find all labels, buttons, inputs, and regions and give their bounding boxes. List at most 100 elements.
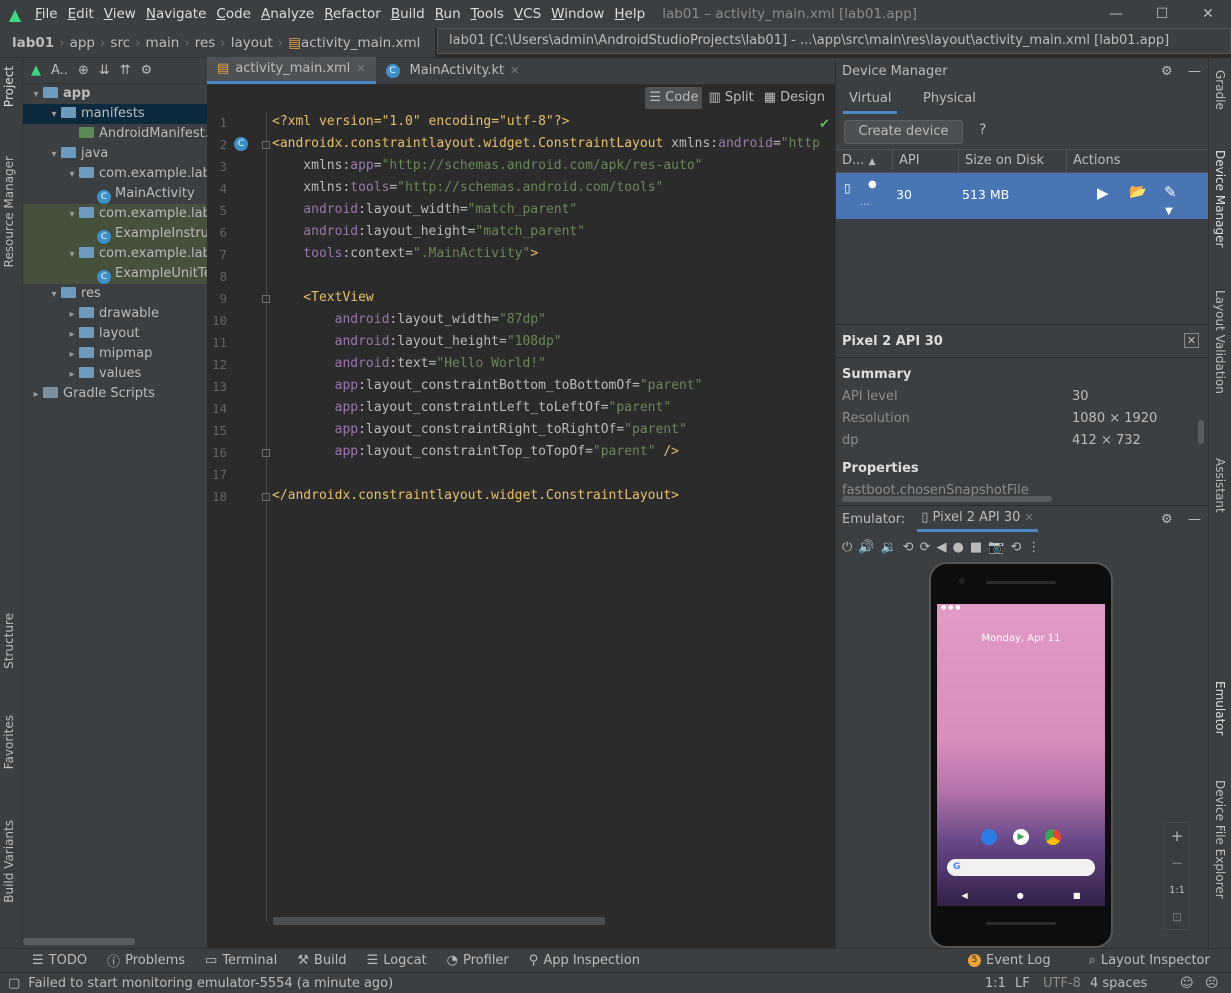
tree-item[interactable]: ▸ Gradle Scripts	[23, 384, 207, 404]
tab-emulator[interactable]: Emulator	[1213, 681, 1227, 736]
zoom-in-icon[interactable]: +	[1165, 823, 1189, 850]
menu-help[interactable]: Help	[609, 0, 650, 28]
tab-device-manager[interactable]: Device Manager	[1213, 150, 1227, 247]
close-window-icon[interactable]: ✕	[1185, 0, 1231, 28]
tree-item[interactable]: ▸ mipmap	[23, 344, 207, 364]
col-size[interactable]: Size on Disk	[959, 149, 1067, 173]
fold-marker-icon[interactable]	[262, 493, 270, 501]
hide-panel-icon[interactable]: —	[1188, 512, 1201, 527]
status-icon[interactable]: ▢	[8, 976, 20, 991]
tree-item[interactable]: ▸ values	[23, 364, 207, 384]
menu-edit[interactable]: Edit	[63, 0, 99, 28]
tree-item[interactable]: ▾ res	[23, 284, 207, 304]
chevron-down-icon[interactable]: ▾	[65, 205, 79, 224]
nav-home-icon[interactable]: ●	[1017, 891, 1024, 900]
tab-activity-main[interactable]: ▤ activity_main.xml ✕	[207, 57, 376, 84]
nav-back-icon[interactable]: ◀	[962, 891, 968, 900]
volume-down-icon[interactable]: 🔉	[880, 540, 896, 555]
feedback-icon[interactable]: ☹	[1205, 976, 1219, 991]
search-widget[interactable]: G	[947, 859, 1095, 876]
col-api[interactable]: API	[893, 149, 959, 173]
fold-marker-icon[interactable]	[262, 295, 270, 303]
tool-tab-app-inspection[interactable]: ⚲ App Inspection	[519, 951, 650, 970]
tab-gradle[interactable]: Gradle	[1213, 70, 1227, 110]
create-device-button[interactable]: Create device	[844, 120, 963, 144]
indent-setting[interactable]: 4 spaces	[1090, 976, 1147, 991]
tab-physical[interactable]: Physical	[917, 86, 982, 114]
breadcrumb-item[interactable]: src	[110, 35, 130, 51]
tab-virtual[interactable]: Virtual	[843, 86, 898, 114]
chevron-right-icon[interactable]: ▸	[65, 365, 79, 384]
tab-project[interactable]: Project	[2, 66, 16, 107]
tree-item[interactable]: ▾ manifests	[23, 104, 207, 124]
inspector-face-icon[interactable]: ☺	[1180, 976, 1194, 991]
details-vscrollbar[interactable]	[1198, 420, 1204, 444]
close-tab-icon[interactable]: ✕	[1025, 511, 1034, 524]
tree-item[interactable]: ▾ java	[23, 144, 207, 164]
layout-inspector-button[interactable]: ⌕ Layout Inspector	[1079, 953, 1220, 968]
close-tab-icon[interactable]: ✕	[356, 56, 365, 82]
snapshot-icon[interactable]: ⟲	[1010, 540, 1021, 555]
menu-refactor[interactable]: Refactor	[319, 0, 386, 28]
tool-tab-build[interactable]: ⚒ Build	[287, 951, 356, 970]
chevron-down-icon[interactable]: ▾	[47, 285, 61, 304]
horizontal-scrollbar[interactable]	[23, 938, 135, 945]
tool-tab-logcat[interactable]: ☰ Logcat	[357, 951, 437, 970]
nav-recents-icon[interactable]: ■	[1073, 891, 1081, 900]
breadcrumb-item[interactable]: layout	[231, 35, 273, 51]
gear-icon[interactable]: ⚙	[141, 63, 153, 78]
breadcrumb-item[interactable]: lab01	[12, 35, 54, 51]
collapse-all-icon[interactable]: ⇈	[120, 63, 131, 78]
tab-device-file-explorer[interactable]: Device File Explorer	[1213, 780, 1227, 899]
tab-layout-validation[interactable]: Layout Validation	[1213, 290, 1227, 394]
rotate-left-icon[interactable]: ⟲	[903, 540, 914, 555]
tool-tab-profiler[interactable]: ◔ Profiler	[437, 951, 519, 970]
tool-tab-problems[interactable]: ⓘ Problems	[97, 951, 195, 970]
more-icon[interactable]: ⋮	[1027, 540, 1040, 555]
breadcrumb-item[interactable]: app	[70, 35, 95, 51]
chevron-right-icon[interactable]: ▸	[65, 325, 79, 344]
messages-app-icon[interactable]	[981, 829, 997, 845]
breadcrumb-item[interactable]: res	[195, 35, 216, 51]
inspection-ok-icon[interactable]: ✔	[819, 117, 830, 132]
tab-assistant[interactable]: Assistant	[1213, 458, 1227, 513]
menu-vcs[interactable]: VCS	[509, 0, 546, 28]
tree-item[interactable]: C ExampleUnitTest	[23, 264, 207, 284]
tree-item[interactable]: ▸ drawable	[23, 304, 207, 324]
project-view-selector[interactable]: A..	[51, 63, 68, 78]
menu-file[interactable]: File	[30, 0, 63, 28]
phone-screen[interactable]: ● ● ● Monday, Apr 11 ▶ G ◀ ● ■	[937, 604, 1105, 906]
tab-main-activity[interactable]: C MainActivity.kt ✕	[376, 57, 530, 84]
hide-panel-icon[interactable]: —	[1188, 64, 1201, 79]
menu-navigate[interactable]: Navigate	[141, 0, 212, 28]
android-view-icon[interactable]: ▲	[31, 63, 41, 78]
tree-item[interactable]: AndroidManifest.xml	[23, 124, 207, 144]
caret-position[interactable]: 1:1	[985, 976, 1006, 991]
help-icon[interactable]: ?	[979, 122, 986, 138]
zoom-fit-icon[interactable]: ⊡	[1165, 904, 1189, 931]
file-encoding[interactable]: UTF-8	[1043, 976, 1081, 991]
overview-icon[interactable]: ■	[970, 540, 982, 555]
chevron-right-icon[interactable]: ▸	[65, 345, 79, 364]
menu-tools[interactable]: Tools	[466, 0, 509, 28]
tree-item[interactable]: ▾ com.example.lab01 (androidTest)	[23, 204, 207, 224]
chevron-down-icon[interactable]: ▾	[47, 105, 61, 124]
tool-tab-terminal[interactable]: ▭ Terminal	[195, 951, 287, 970]
fold-marker-icon[interactable]	[262, 141, 270, 149]
menu-build[interactable]: Build	[386, 0, 430, 28]
tree-item[interactable]: ▾ com.example.lab01	[23, 164, 207, 184]
menu-run[interactable]: Run	[430, 0, 466, 28]
tree-item[interactable]: C MainActivity	[23, 184, 207, 204]
event-log-button[interactable]: 5 Event Log	[958, 953, 1061, 968]
chevron-down-icon[interactable]: ▾	[29, 85, 43, 104]
minimize-icon[interactable]: —	[1093, 0, 1139, 28]
screenshot-icon[interactable]: 📷	[988, 540, 1004, 555]
tab-build-variants[interactable]: Build Variants	[2, 820, 16, 903]
chevron-right-icon[interactable]: ▸	[65, 305, 79, 324]
power-icon[interactable]: ⏻	[842, 540, 852, 555]
gear-icon[interactable]: ⚙	[1161, 512, 1173, 527]
launch-play-icon[interactable]: ▶	[1097, 184, 1109, 202]
tab-structure[interactable]: Structure	[2, 613, 16, 669]
status-message[interactable]: Failed to start monitoring emulator-5554…	[28, 976, 393, 991]
tab-emulator-device[interactable]: ▯ Pixel 2 API 30 ✕	[917, 507, 1038, 532]
